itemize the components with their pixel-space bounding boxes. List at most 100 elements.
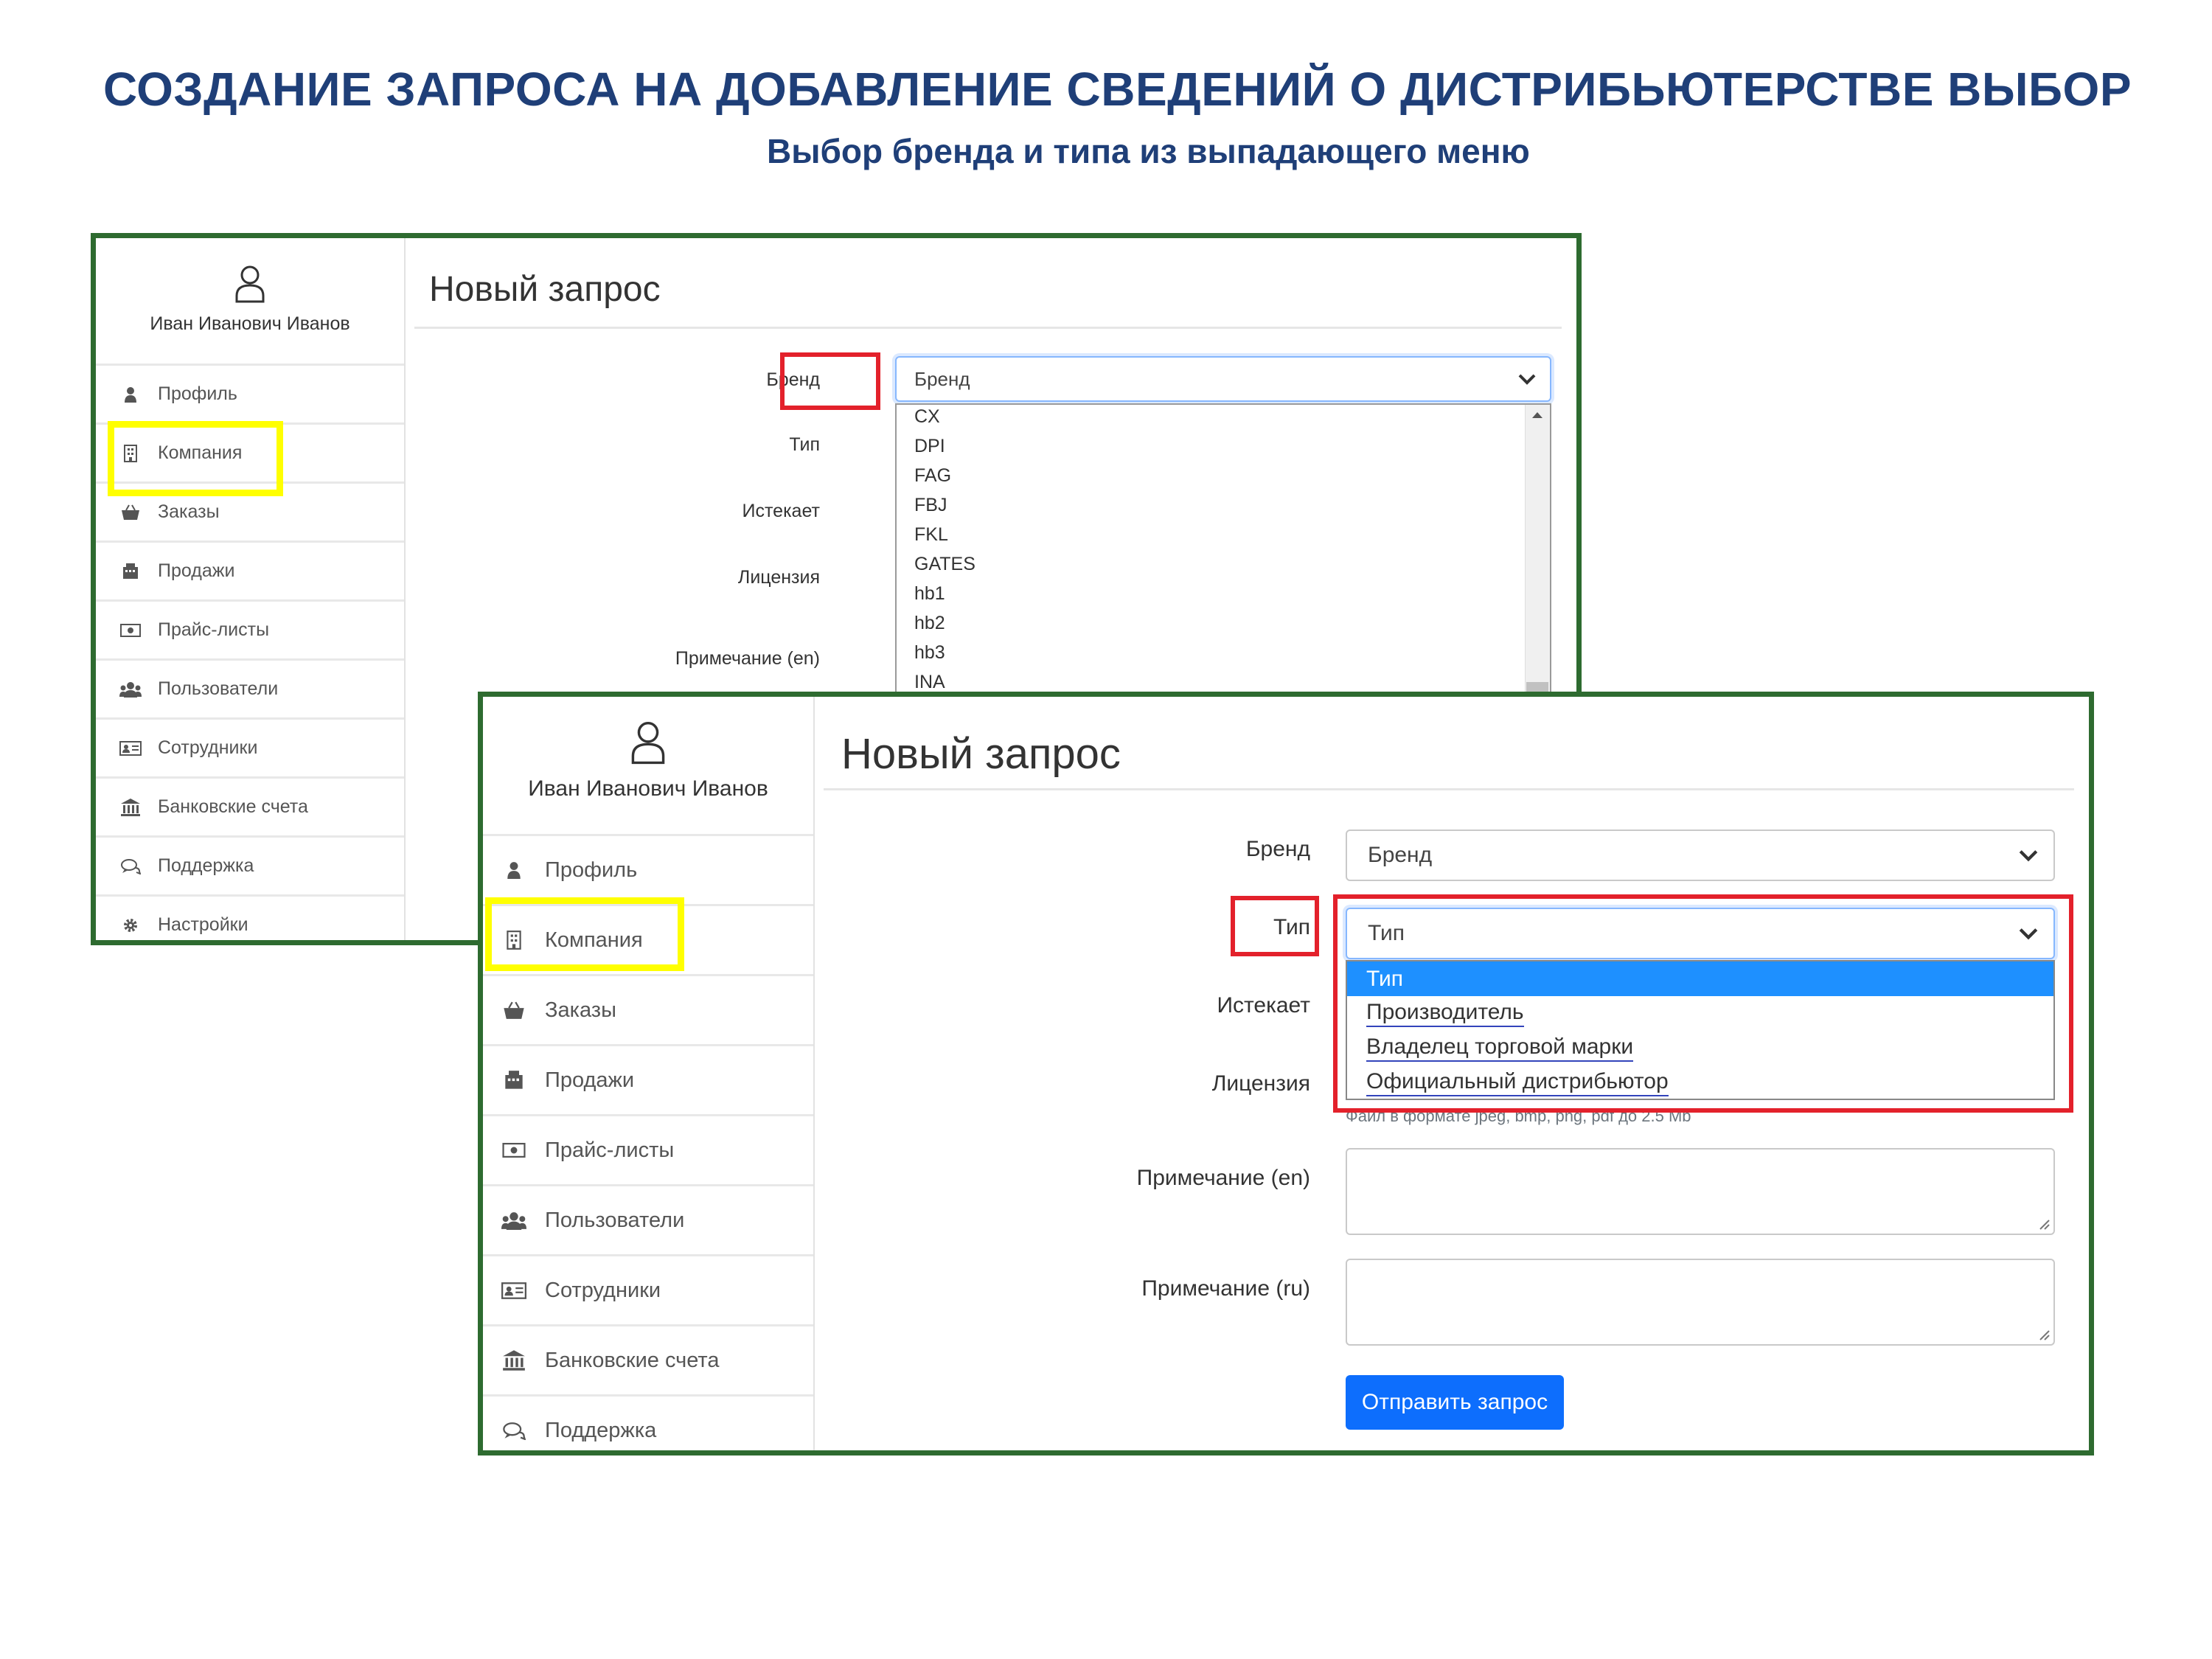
brand-dropdown-list[interactable]: CX DPI FAG FBJ FKL GATES hb1 hb2 hb3 INA bbox=[895, 403, 1551, 728]
user-outline-icon bbox=[235, 265, 265, 303]
resize-grip-icon[interactable] bbox=[2037, 1328, 2051, 1341]
basket-icon bbox=[499, 1001, 529, 1020]
user-name: Иван Иванович Иванов bbox=[150, 313, 350, 334]
users-icon bbox=[499, 1211, 529, 1230]
note-en-textarea[interactable] bbox=[1346, 1148, 2055, 1235]
sidebar-item-employees[interactable]: Сотрудники bbox=[96, 717, 404, 776]
sidebar-item-orders[interactable]: Заказы bbox=[483, 974, 813, 1044]
brand-select[interactable]: Бренд bbox=[1346, 830, 2055, 881]
sidebar-item-profile[interactable]: Профиль bbox=[96, 364, 404, 422]
sidebar-item-label: Прайс-листы bbox=[545, 1138, 675, 1162]
type-dropdown-highlight bbox=[1333, 894, 2073, 1113]
note-ru-label: Примечание (ru) bbox=[1141, 1276, 1310, 1301]
sidebar-item-label: Пользователи bbox=[545, 1208, 685, 1232]
register-icon bbox=[499, 1070, 529, 1091]
sidebar-item-users[interactable]: Пользователи bbox=[96, 658, 404, 717]
brand-option[interactable]: FBJ bbox=[914, 495, 947, 516]
sidebar-item-bank-accounts[interactable]: Банковские счета bbox=[483, 1324, 813, 1394]
user-name: Иван Иванович Иванов bbox=[528, 776, 768, 801]
sidebar: Иван Иванович Иванов Профиль Компания За… bbox=[96, 238, 406, 940]
note-en-label: Примечание (en) bbox=[1136, 1166, 1310, 1190]
sidebar-item-sales[interactable]: Продажи bbox=[483, 1044, 813, 1114]
sidebar-item-label: Профиль bbox=[545, 858, 638, 882]
sidebar-item-label: Настройки bbox=[158, 914, 248, 935]
id-card-icon bbox=[499, 1281, 529, 1299]
sidebar-item-label: Банковские счета bbox=[545, 1348, 720, 1372]
brand-select-value: Бренд bbox=[1368, 843, 1433, 867]
money-icon bbox=[118, 623, 143, 637]
company-highlight bbox=[108, 421, 283, 496]
expires-label: Истекает bbox=[1217, 993, 1310, 1018]
brand-highlight bbox=[780, 352, 880, 410]
sidebar-item-sales[interactable]: Продажи bbox=[96, 540, 404, 599]
user-outline-icon bbox=[631, 722, 665, 765]
brand-option[interactable]: FAG bbox=[914, 465, 951, 487]
chat-icon bbox=[499, 1422, 529, 1440]
sidebar-item-label: Продажи bbox=[158, 560, 235, 581]
sidebar-item-profile[interactable]: Профиль bbox=[483, 834, 813, 904]
sidebar-item-label: Сотрудники bbox=[158, 737, 258, 758]
brand-option[interactable]: hb1 bbox=[914, 583, 945, 605]
sidebar: Иван Иванович Иванов Профиль Компания За… bbox=[483, 697, 815, 1450]
bank-icon bbox=[499, 1349, 529, 1371]
license-label: Лицензия bbox=[1211, 1071, 1310, 1096]
scrollbar[interactable] bbox=[1525, 405, 1550, 726]
sidebar-item-label: Банковские счета bbox=[158, 796, 308, 817]
resize-grip-icon[interactable] bbox=[2037, 1217, 2051, 1231]
sidebar-item-support[interactable]: Поддержка bbox=[96, 835, 404, 894]
type-label-highlight bbox=[1231, 896, 1319, 956]
bank-icon bbox=[118, 798, 143, 817]
note-ru-textarea[interactable] bbox=[1346, 1259, 2055, 1346]
gear-icon bbox=[118, 917, 143, 934]
brand-label: Бренд bbox=[1245, 837, 1310, 861]
sidebar-item-settings[interactable]: Настройки bbox=[96, 894, 404, 940]
scroll-up-icon[interactable] bbox=[1526, 408, 1548, 422]
type-selection-screenshot: Иван Иванович Иванов Профиль Компания За… bbox=[478, 692, 2094, 1455]
slide-title: СОЗДАНИЕ ЗАПРОСА НА ДОБАВЛЕНИЕ СВЕДЕНИЙ … bbox=[103, 63, 2132, 116]
sidebar-item-users[interactable]: Пользователи bbox=[483, 1184, 813, 1254]
brand-option[interactable]: hb3 bbox=[914, 642, 945, 664]
page-title: Новый запрос bbox=[429, 270, 661, 309]
user-icon bbox=[499, 861, 529, 879]
register-icon bbox=[118, 563, 143, 580]
title-divider bbox=[414, 327, 1562, 329]
brand-select[interactable]: Бренд bbox=[895, 356, 1551, 402]
sidebar-item-label: Пользователи bbox=[158, 678, 279, 699]
type-label: Тип bbox=[789, 434, 820, 455]
sidebar-item-pricelists[interactable]: Прайс-листы bbox=[96, 599, 404, 658]
sidebar-item-label: Продажи bbox=[545, 1068, 635, 1092]
sidebar-item-pricelists[interactable]: Прайс-листы bbox=[483, 1114, 813, 1184]
brand-option[interactable]: INA bbox=[914, 672, 945, 693]
brand-option[interactable]: FKL bbox=[914, 524, 948, 546]
slide-subtitle: Выбор бренда и типа из выпадающего меню bbox=[767, 132, 1530, 170]
sidebar-item-label: Прайс-листы bbox=[158, 619, 270, 640]
sidebar-item-label: Поддержка bbox=[158, 855, 254, 876]
sidebar-item-bank-accounts[interactable]: Банковские счета bbox=[96, 776, 404, 835]
sidebar-item-support[interactable]: Поддержка bbox=[483, 1394, 813, 1450]
sidebar-item-label: Заказы bbox=[158, 501, 220, 522]
basket-icon bbox=[118, 504, 143, 521]
expires-label: Истекает bbox=[742, 501, 820, 521]
sidebar-item-label: Профиль bbox=[158, 383, 237, 404]
users-icon bbox=[118, 681, 143, 698]
money-icon bbox=[499, 1143, 529, 1158]
company-highlight bbox=[485, 897, 684, 971]
license-label: Лицензия bbox=[737, 567, 820, 588]
user-box: Иван Иванович Иванов bbox=[96, 238, 404, 364]
brand-select-value: Бренд bbox=[914, 367, 970, 390]
brand-option[interactable]: hb2 bbox=[914, 613, 945, 634]
note-en-label: Примечание (en) bbox=[675, 648, 820, 669]
sidebar-item-label: Заказы bbox=[545, 998, 616, 1022]
chat-icon bbox=[118, 858, 143, 874]
submit-request-button[interactable]: Отправить запрос bbox=[1346, 1375, 1564, 1430]
title-divider bbox=[824, 788, 2074, 790]
chevron-down-icon bbox=[2019, 850, 2038, 862]
id-card-icon bbox=[118, 740, 143, 756]
brand-option[interactable]: CX bbox=[914, 406, 940, 428]
brand-option[interactable]: DPI bbox=[914, 436, 945, 457]
user-icon bbox=[118, 386, 143, 403]
chevron-down-icon bbox=[1518, 374, 1536, 385]
sidebar-item-employees[interactable]: Сотрудники bbox=[483, 1254, 813, 1324]
brand-option[interactable]: GATES bbox=[914, 554, 975, 575]
sidebar-item-label: Сотрудники bbox=[545, 1278, 661, 1302]
